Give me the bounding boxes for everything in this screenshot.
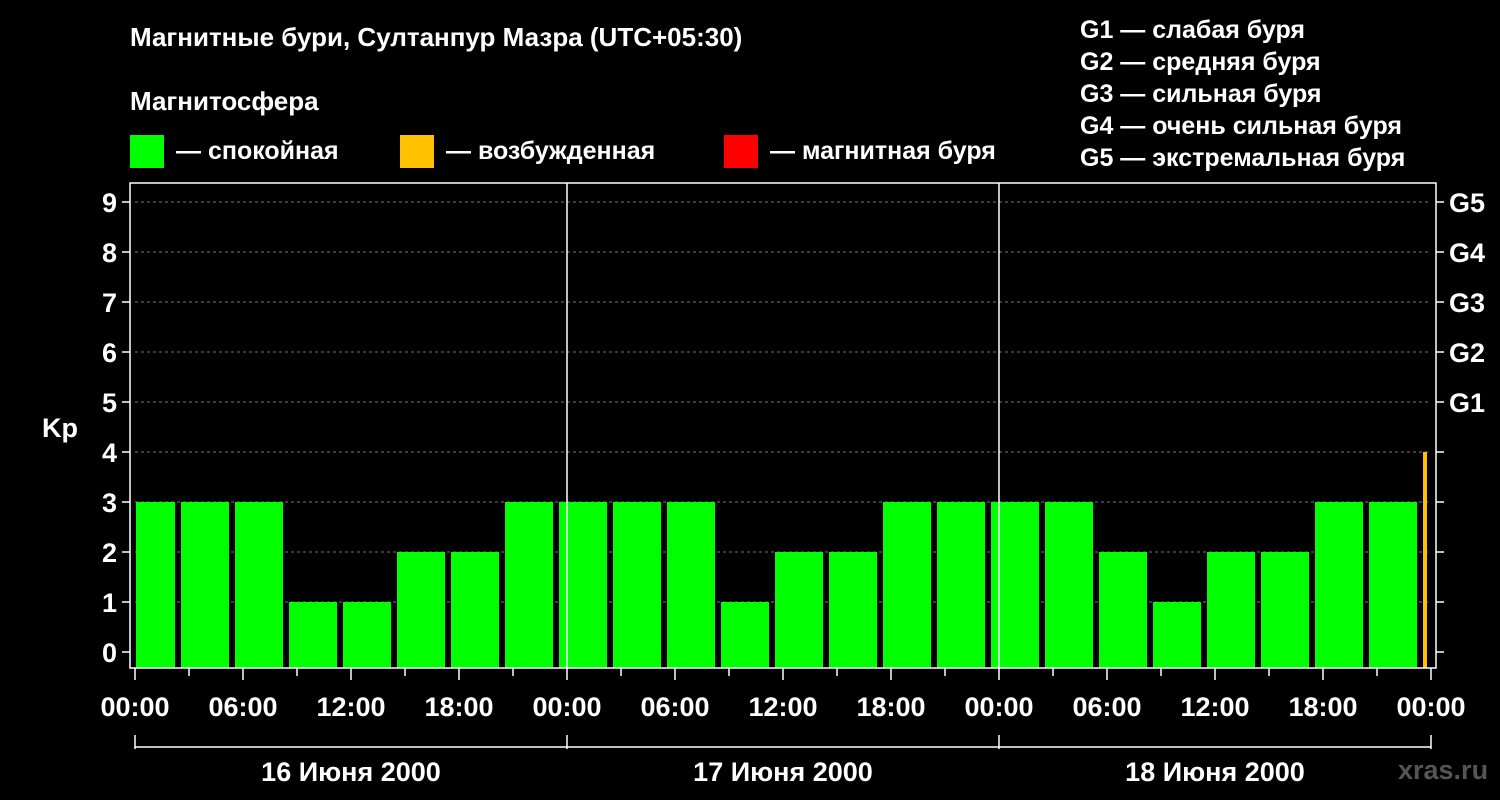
kp-bar bbox=[451, 552, 499, 668]
kp-bar bbox=[559, 502, 607, 668]
y-tick-label: 7 bbox=[102, 288, 117, 318]
kp-bar bbox=[667, 502, 715, 668]
y-tick-label: 0 bbox=[102, 638, 117, 668]
g-tick-label: G2 bbox=[1449, 338, 1485, 368]
kp-bar bbox=[613, 502, 661, 668]
x-tick-label: 18:00 bbox=[424, 692, 493, 722]
kp-bar bbox=[829, 552, 877, 668]
kp-bar bbox=[721, 602, 769, 668]
kp-bar bbox=[343, 602, 391, 668]
kp-bar bbox=[289, 602, 337, 668]
kp-bar bbox=[1045, 502, 1093, 668]
y-tick-label: 1 bbox=[102, 588, 117, 618]
kp-bar bbox=[136, 502, 175, 668]
kp-bar bbox=[991, 502, 1039, 668]
kp-bar bbox=[1153, 602, 1201, 668]
y-tick-label: 8 bbox=[102, 238, 117, 268]
kp-bar bbox=[1261, 552, 1309, 668]
kp-bar bbox=[1369, 502, 1417, 668]
x-tick-label: 00:00 bbox=[1396, 692, 1465, 722]
kp-bar bbox=[775, 552, 823, 668]
kp-bar bbox=[1207, 552, 1255, 668]
x-tick-label: 18:00 bbox=[1288, 692, 1357, 722]
g-tick-label: G4 bbox=[1449, 238, 1485, 268]
y-tick-label: 9 bbox=[102, 188, 117, 218]
x-tick-label: 00:00 bbox=[532, 692, 601, 722]
x-tick-label: 12:00 bbox=[748, 692, 817, 722]
kp-bar bbox=[937, 502, 985, 668]
kp-bar bbox=[883, 502, 931, 668]
x-tick-label: 06:00 bbox=[640, 692, 709, 722]
watermark: xras.ru bbox=[1398, 755, 1489, 785]
date-label: 17 Июня 2000 bbox=[693, 757, 873, 787]
kp-bar bbox=[397, 552, 445, 668]
y-tick-label: 5 bbox=[102, 388, 117, 418]
y-tick-label: 4 bbox=[102, 438, 117, 468]
kp-bar bbox=[505, 502, 553, 668]
y-tick-label: 3 bbox=[102, 488, 117, 518]
kp-bar bbox=[1315, 502, 1363, 668]
date-label: 18 Июня 2000 bbox=[1125, 757, 1305, 787]
x-tick-label: 00:00 bbox=[964, 692, 1033, 722]
kp-bar bbox=[235, 502, 283, 668]
x-tick-label: 06:00 bbox=[208, 692, 277, 722]
g-tick-label: G3 bbox=[1449, 288, 1485, 318]
x-tick-label: 06:00 bbox=[1072, 692, 1141, 722]
y-tick-label: 2 bbox=[102, 538, 117, 568]
kp-bar-chart: 0 1 2 3 4 5 6 7 8 9 G1 G2 G3 G4 G5 Kp 00:00 06:00 12:00 18:… bbox=[42, 182, 1485, 787]
kp-bar bbox=[1423, 452, 1427, 668]
x-tick-label: 18:00 bbox=[856, 692, 925, 722]
kp-bar bbox=[181, 502, 229, 668]
g-tick-label: G5 bbox=[1449, 188, 1485, 218]
kp-bar bbox=[1099, 552, 1147, 668]
y-axis-label: Kp bbox=[42, 413, 78, 443]
g-tick-label: G1 bbox=[1449, 388, 1485, 418]
x-tick-label: 12:00 bbox=[1180, 692, 1249, 722]
date-label: 16 Июня 2000 bbox=[261, 757, 441, 787]
x-tick-label: 00:00 bbox=[100, 692, 169, 722]
y-tick-label: 6 bbox=[102, 338, 117, 368]
x-tick-label: 12:00 bbox=[316, 692, 385, 722]
